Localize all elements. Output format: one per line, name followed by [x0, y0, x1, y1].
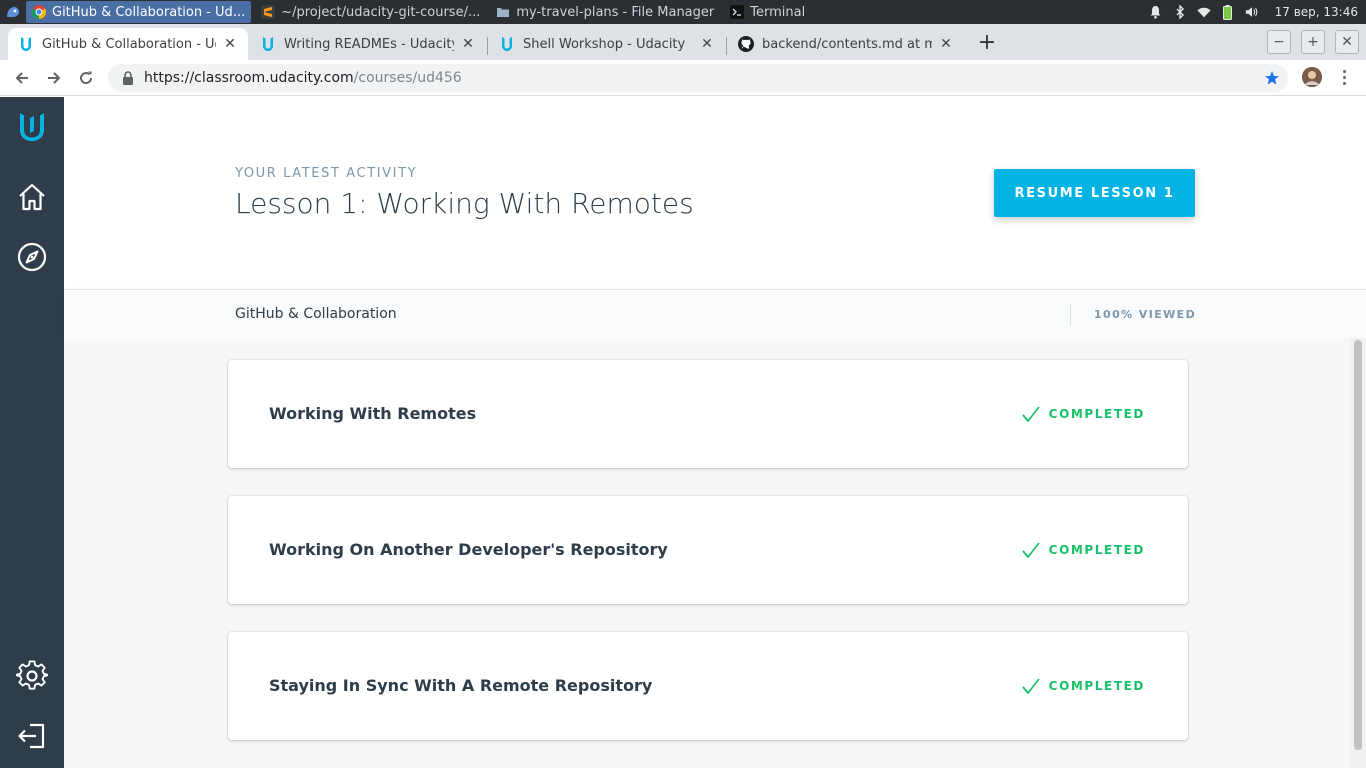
browser-toolbar: https://classroom.udacity.com/courses/ud… — [0, 60, 1366, 96]
course-name: GitHub & Collaboration — [235, 306, 397, 322]
checkmark-icon — [1021, 406, 1040, 423]
lesson-title: Working On Another Developer's Repositor… — [269, 540, 668, 559]
checkmark-icon — [1021, 542, 1040, 559]
maximize-window-button[interactable]: + — [1301, 30, 1325, 54]
lesson-list: Working With Remotes COMPLETED Working O… — [64, 338, 1350, 768]
os-taskbar: GitHub & Collaboration - Ud... ~/project… — [0, 0, 1366, 24]
tab-separator — [726, 37, 727, 55]
notification-bell-icon[interactable] — [1149, 5, 1163, 19]
udacity-favicon-icon — [18, 36, 34, 52]
browser-menu-icon[interactable] — [1336, 66, 1352, 88]
close-tab-icon[interactable]: ✕ — [699, 36, 715, 52]
lesson-title: Working With Remotes — [269, 404, 477, 423]
clock[interactable]: 17 вер, 13:46 — [1275, 5, 1358, 19]
url-host: https://classroom.udacity.com — [144, 70, 354, 86]
page-title: Lesson 1: Working With Remotes — [235, 187, 694, 220]
taskbar-task-label: GitHub & Collaboration - Ud... — [52, 4, 246, 20]
compass-icon[interactable] — [16, 241, 48, 273]
tab-label: Shell Workshop - Udacity — [523, 36, 686, 52]
arrow-right-icon — [48, 72, 61, 84]
browser-tab[interactable]: backend/contents.md at master ✕ — [728, 28, 964, 60]
page-scrollbar[interactable] — [1350, 338, 1366, 768]
status-badge: COMPLETED — [1021, 677, 1145, 695]
lesson-card[interactable]: Working With Remotes COMPLETED — [228, 360, 1188, 468]
close-tab-icon[interactable]: ✕ — [460, 36, 476, 52]
settings-gear-icon[interactable] — [16, 660, 48, 692]
profile-avatar[interactable] — [1302, 67, 1322, 87]
reload-button[interactable] — [74, 66, 98, 90]
latest-activity-header: YOUR LATEST ACTIVITY Lesson 1: Working W… — [64, 97, 1366, 289]
status-label: COMPLETED — [1048, 407, 1145, 421]
url-path: /courses/ud456 — [353, 70, 462, 86]
tab-label: GitHub & Collaboration - Udacity — [42, 36, 216, 52]
status-label: COMPLETED — [1048, 679, 1145, 693]
address-bar[interactable]: https://classroom.udacity.com/courses/ud… — [108, 64, 1288, 92]
minimize-window-button[interactable]: − — [1267, 30, 1291, 54]
taskbar-task-file-manager[interactable]: my-travel-plans - File Manager — [490, 1, 720, 23]
taskbar-task-label: ~/project/udacity-git-course/... — [281, 4, 481, 20]
volume-icon[interactable] — [1245, 5, 1259, 19]
tab-label: Writing READMEs - Udacity — [284, 36, 454, 52]
back-button[interactable] — [10, 66, 34, 90]
folder-icon — [496, 5, 510, 19]
browser-tab[interactable]: GitHub & Collaboration - Udacity ✕ — [8, 28, 248, 60]
progress-label: 100% VIEWED — [1094, 308, 1197, 321]
logout-icon[interactable] — [16, 720, 48, 752]
taskbar-task-label: my-travel-plans - File Manager — [516, 4, 715, 20]
resume-lesson-button[interactable]: RESUME LESSON 1 — [994, 169, 1195, 217]
lesson-card[interactable]: Working On Another Developer's Repositor… — [228, 496, 1188, 604]
udacity-logo-icon[interactable] — [16, 111, 48, 143]
taskbar-task-chrome[interactable]: GitHub & Collaboration - Ud... — [26, 1, 252, 23]
home-icon[interactable] — [16, 181, 48, 213]
close-tab-icon[interactable]: ✕ — [222, 36, 238, 52]
status-badge: COMPLETED — [1021, 541, 1145, 559]
system-tray: 17 вер, 13:46 — [1149, 0, 1358, 24]
tab-separator — [487, 37, 488, 55]
browser-tab[interactable]: Writing READMEs - Udacity ✕ — [250, 28, 486, 60]
forward-button[interactable] — [42, 66, 66, 90]
status-badge: COMPLETED — [1021, 405, 1145, 423]
browser-tab-strip: GitHub & Collaboration - Udacity ✕ Writi… — [0, 24, 1366, 60]
classroom-sidebar — [0, 97, 64, 768]
lesson-card[interactable]: Staying In Sync With A Remote Repository… — [228, 632, 1188, 740]
udacity-favicon-icon — [260, 36, 276, 52]
close-tab-icon[interactable]: ✕ — [938, 36, 954, 52]
bluetooth-icon[interactable] — [1173, 5, 1187, 19]
scrollbar-thumb[interactable] — [1354, 340, 1362, 750]
new-tab-button[interactable]: + — [976, 32, 998, 54]
battery-icon[interactable] — [1221, 4, 1235, 20]
latest-activity-label: YOUR LATEST ACTIVITY — [235, 166, 418, 181]
udacity-favicon-icon — [499, 36, 515, 52]
status-label: COMPLETED — [1048, 543, 1145, 557]
app-menu-icon[interactable] — [0, 0, 26, 24]
checkmark-icon — [1021, 678, 1040, 695]
browser-tab[interactable]: Shell Workshop - Udacity ✕ — [489, 28, 725, 60]
close-window-button[interactable]: ✕ — [1335, 30, 1359, 54]
taskbar-task-terminal[interactable]: Terminal — [724, 1, 811, 23]
terminal-icon — [730, 5, 745, 19]
github-favicon-icon — [738, 36, 754, 52]
taskbar-task-sublime[interactable]: ~/project/udacity-git-course/... — [255, 1, 486, 23]
taskbar-task-label: Terminal — [750, 4, 806, 20]
arrow-left-icon — [15, 72, 28, 84]
bookmark-star-icon[interactable] — [1264, 70, 1280, 86]
lesson-title: Staying In Sync With A Remote Repository — [269, 676, 653, 695]
chrome-icon — [31, 5, 47, 20]
reload-icon — [80, 71, 93, 85]
tab-label: backend/contents.md at master — [762, 36, 932, 52]
wifi-icon[interactable] — [1197, 5, 1211, 19]
lock-icon[interactable] — [122, 71, 134, 85]
divider — [1070, 303, 1071, 326]
sublime-text-icon — [261, 5, 276, 19]
course-progress-bar: GitHub & Collaboration 100% VIEWED — [64, 289, 1366, 338]
